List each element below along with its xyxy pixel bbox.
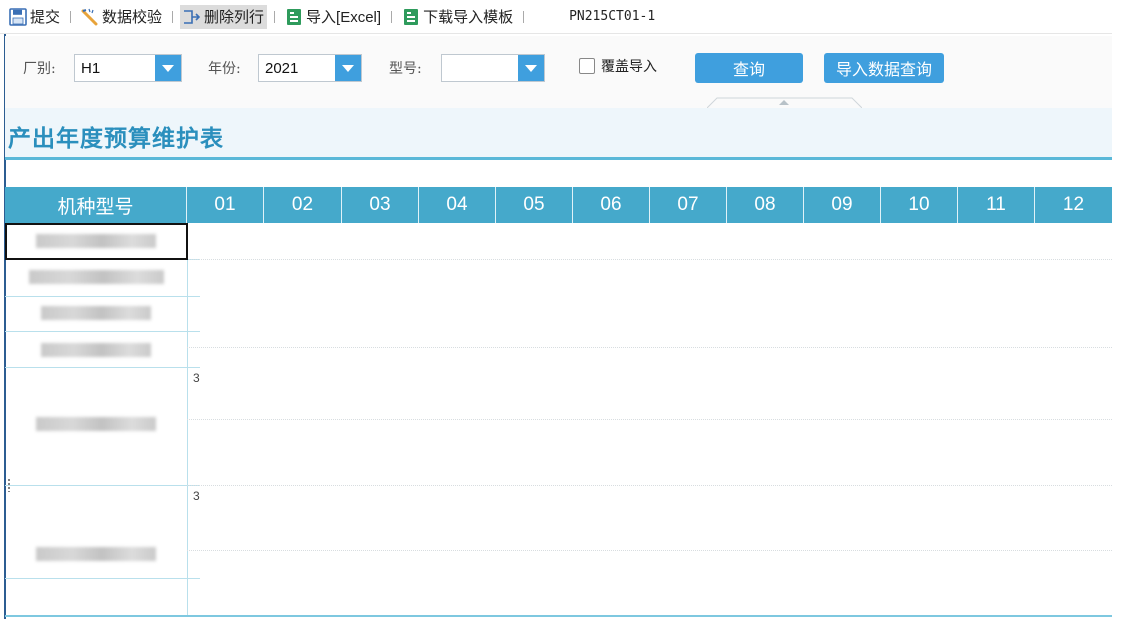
row-mark: 3 <box>193 489 200 503</box>
factory-label: 厂别: <box>23 61 56 77</box>
table-row[interactable] <box>5 413 187 435</box>
grid-divider <box>187 223 188 617</box>
import-excel-label: 导入[Excel] <box>306 9 382 26</box>
table-row[interactable] <box>5 543 187 565</box>
column-header-month[interactable]: 02 <box>264 187 342 223</box>
column-header-month[interactable]: 10 <box>881 187 958 223</box>
model-name-redacted <box>36 417 156 431</box>
column-header-month[interactable]: 06 <box>573 187 650 223</box>
column-header-month[interactable]: 12 <box>1035 187 1112 223</box>
column-header-month[interactable]: 03 <box>342 187 419 223</box>
table-row[interactable] <box>5 339 187 361</box>
excel-icon <box>285 8 303 26</box>
grid-divider <box>5 485 200 486</box>
validate-icon <box>81 8 99 26</box>
column-header-month[interactable]: 01 <box>187 187 264 223</box>
model-name-redacted <box>36 547 156 561</box>
table-row[interactable] <box>5 303 187 323</box>
overwrite-import-option[interactable]: 覆盖导入 <box>579 56 657 76</box>
submit-label: 提交 <box>30 9 61 26</box>
grid-divider <box>5 578 200 579</box>
toolbar: 提交 数据校验 删除列行 导入[Excel] 下载导入模板 PN215CT01-… <box>0 0 1112 34</box>
grid-divider <box>187 419 1112 420</box>
overwrite-import-checkbox[interactable] <box>579 58 595 74</box>
grid-bottom-border <box>5 615 1112 617</box>
grid-divider <box>5 367 200 368</box>
column-header-month[interactable]: 04 <box>419 187 496 223</box>
validate-button[interactable]: 数据校验 <box>78 5 165 29</box>
title-band: 产出年度预算维护表 <box>5 108 1112 160</box>
model-name-redacted <box>28 270 164 284</box>
download-template-button[interactable]: 下载导入模板 <box>399 5 516 29</box>
table-row[interactable] <box>5 267 187 287</box>
toolbar-separator <box>70 10 72 23</box>
toolbar-separator <box>172 10 174 23</box>
year-value: 2021 <box>265 59 299 77</box>
grid-divider <box>5 296 200 297</box>
delete-row-button[interactable]: 删除列行 <box>180 4 268 29</box>
resize-handle[interactable] <box>7 478 11 492</box>
column-header-month[interactable]: 08 <box>727 187 804 223</box>
factory-value: H1 <box>81 59 101 77</box>
page-title: 产出年度预算维护表 <box>8 125 224 151</box>
column-header-month[interactable]: 05 <box>496 187 573 223</box>
validate-label: 数据校验 <box>102 9 163 26</box>
column-header-month[interactable]: 09 <box>804 187 881 223</box>
download-template-label: 下载导入模板 <box>423 9 514 26</box>
collapse-panel-handle[interactable] <box>706 96 863 109</box>
import-excel-button[interactable]: 导入[Excel] <box>282 5 384 29</box>
model-select[interactable] <box>441 54 545 82</box>
year-label: 年份: <box>208 61 241 77</box>
submit-button[interactable]: 提交 <box>6 5 63 29</box>
selected-cell[interactable] <box>5 223 188 260</box>
chevron-down-icon[interactable] <box>155 55 181 81</box>
column-header-month[interactable]: 11 <box>958 187 1035 223</box>
grid-divider <box>187 550 1112 551</box>
toolbar-separator <box>523 10 525 23</box>
grid-divider <box>187 485 1112 486</box>
chevron-down-icon[interactable] <box>335 55 361 81</box>
toolbar-separator <box>391 10 393 23</box>
row-mark: 3 <box>193 371 200 385</box>
toolbar-separator <box>274 10 276 23</box>
grid-divider <box>5 331 200 332</box>
model-label: 型号: <box>389 61 422 77</box>
year-select[interactable]: 2021 <box>258 54 362 82</box>
excel-icon <box>402 8 420 26</box>
page-code: PN215CT01-1 <box>569 9 656 24</box>
grid-divider <box>187 347 1112 348</box>
grid-header: 机种型号 01 02 03 04 05 06 07 08 09 10 11 12 <box>5 187 1112 223</box>
model-name-redacted <box>41 306 151 320</box>
factory-select[interactable]: H1 <box>74 54 182 82</box>
grid-body: 3 3 <box>5 223 1112 617</box>
delete-row-icon <box>183 8 201 26</box>
model-name-redacted <box>41 343 151 357</box>
overwrite-import-label: 覆盖导入 <box>601 58 657 74</box>
delete-row-label: 删除列行 <box>204 9 265 26</box>
grid-divider <box>187 259 1112 260</box>
filter-panel: 厂别: H1 年份: 2021 型号: 覆盖导入 查询 导入数据查询 <box>5 36 1112 109</box>
import-data-query-button[interactable]: 导入数据查询 <box>824 53 944 83</box>
query-button[interactable]: 查询 <box>695 53 803 83</box>
chevron-down-icon[interactable] <box>518 55 544 81</box>
save-icon <box>9 7 27 26</box>
column-header-month[interactable]: 07 <box>650 187 727 223</box>
column-header-model[interactable]: 机种型号 <box>5 187 187 223</box>
